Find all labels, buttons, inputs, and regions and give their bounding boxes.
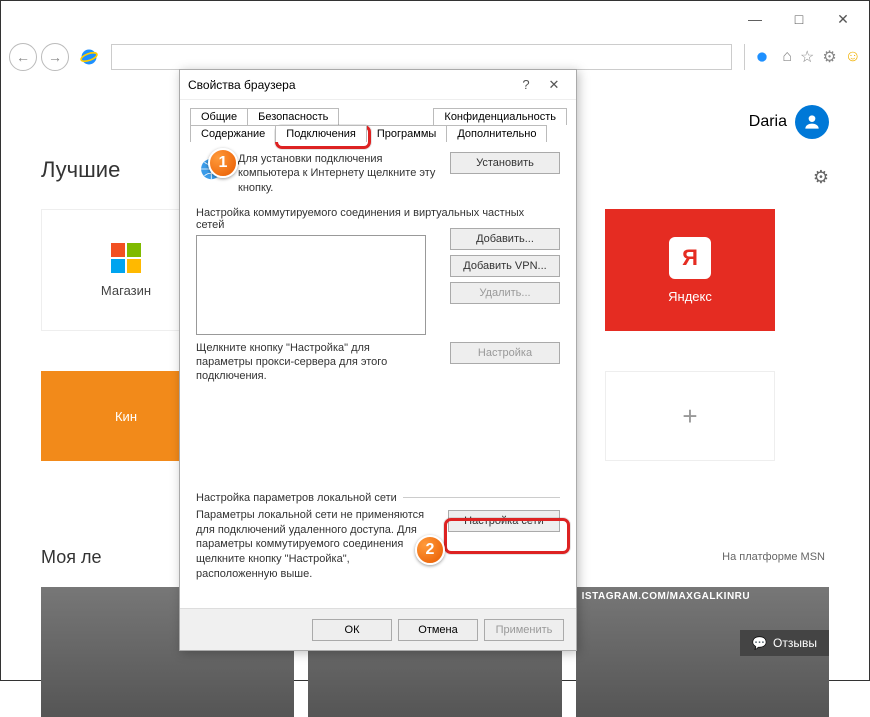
feedback-button[interactable]: 💬 Отзывы <box>740 630 829 656</box>
tile-add[interactable]: + <box>605 371 775 461</box>
tab-privacy[interactable]: Конфиденциальность <box>433 108 567 125</box>
lan-group-label: Настройка параметров локальной сети <box>196 492 560 504</box>
msn-platform-label: На платформе MSN <box>722 551 825 563</box>
lan-description: Параметры локальной сети не применяются … <box>196 508 426 582</box>
lan-settings-button[interactable]: Настройка сети <box>448 510 560 532</box>
tab-security[interactable]: Безопасность <box>247 108 339 125</box>
user-badge[interactable]: Daria <box>749 105 829 139</box>
apply-button[interactable]: Применить <box>484 619 564 641</box>
tab-connections[interactable]: Подключения <box>275 125 367 142</box>
feedback-label: Отзывы <box>773 636 817 650</box>
cancel-button[interactable]: Отмена <box>398 619 478 641</box>
settings-gear-icon[interactable]: ⚙ <box>822 47 836 67</box>
tab-content[interactable]: Содержание <box>190 125 276 142</box>
forward-button[interactable]: → <box>41 43 69 71</box>
connections-listbox[interactable] <box>196 235 426 335</box>
tile-label: Кин <box>115 409 137 424</box>
add-connection-button[interactable]: Добавить... <box>450 228 560 250</box>
user-name: Daria <box>749 113 787 131</box>
ie-logo-icon <box>79 47 99 67</box>
annotation-badge-2: 2 <box>415 535 445 565</box>
favorites-icon[interactable]: ☆ <box>800 47 814 67</box>
dialog-close-button[interactable]: ✕ <box>540 77 568 93</box>
dialog-titlebar: Свойства браузера ? ✕ <box>180 70 576 100</box>
tab-programs[interactable]: Программы <box>366 125 447 142</box>
home-icon[interactable]: ⌂ <box>782 48 792 66</box>
dialog-footer: ОК Отмена Применить <box>180 608 576 650</box>
chat-icon: 💬 <box>752 636 767 650</box>
tile-label: Яндекс <box>668 289 712 304</box>
window-maximize[interactable]: □ <box>777 5 821 33</box>
ie-tab-icon <box>755 50 769 64</box>
setup-description: Для установки подключения компьютера к И… <box>238 152 442 195</box>
add-vpn-button[interactable]: Добавить VPN... <box>450 255 560 277</box>
page-settings-icon[interactable]: ⚙ <box>813 167 829 188</box>
dialog-title: Свойства браузера <box>188 78 296 92</box>
tab-advanced[interactable]: Дополнительно <box>446 125 547 142</box>
delete-connection-button[interactable]: Удалить... <box>450 282 560 304</box>
new-tab-button[interactable] <box>744 44 778 70</box>
dialog-body: Для установки подключения компьютера к И… <box>180 142 576 582</box>
tile-yandex[interactable]: Я Яндекс <box>605 209 775 331</box>
back-button[interactable]: ← <box>9 43 37 71</box>
setup-button[interactable]: Установить <box>450 152 560 174</box>
feedback-smile-icon[interactable]: ☺ <box>845 48 861 66</box>
tab-general[interactable]: Общие <box>190 108 248 125</box>
window-close[interactable]: ✕ <box>821 5 865 33</box>
proxy-hint: Щелкните кнопку "Настройка" для параметр… <box>196 341 426 384</box>
ok-button[interactable]: ОК <box>312 619 392 641</box>
annotation-badge-1: 1 <box>208 148 238 178</box>
address-bar[interactable] <box>111 44 732 70</box>
microsoft-logo-icon <box>111 243 141 273</box>
yandex-logo-icon: Я <box>669 237 711 279</box>
section-my-feed: Моя ле <box>41 547 101 568</box>
window-titlebar: — □ ✕ <box>1 1 869 37</box>
connection-settings-button[interactable]: Настройка <box>450 342 560 364</box>
tile-label: Магазин <box>101 283 151 298</box>
dialog-help-button[interactable]: ? <box>512 77 540 92</box>
internet-options-dialog: Свойства браузера ? ✕ Общие Безопасность… <box>179 69 577 651</box>
dialog-tabs: Общие Безопасность Конфиденциальность Со… <box>190 108 566 142</box>
avatar-icon <box>795 105 829 139</box>
window-minimize[interactable]: — <box>733 5 777 33</box>
